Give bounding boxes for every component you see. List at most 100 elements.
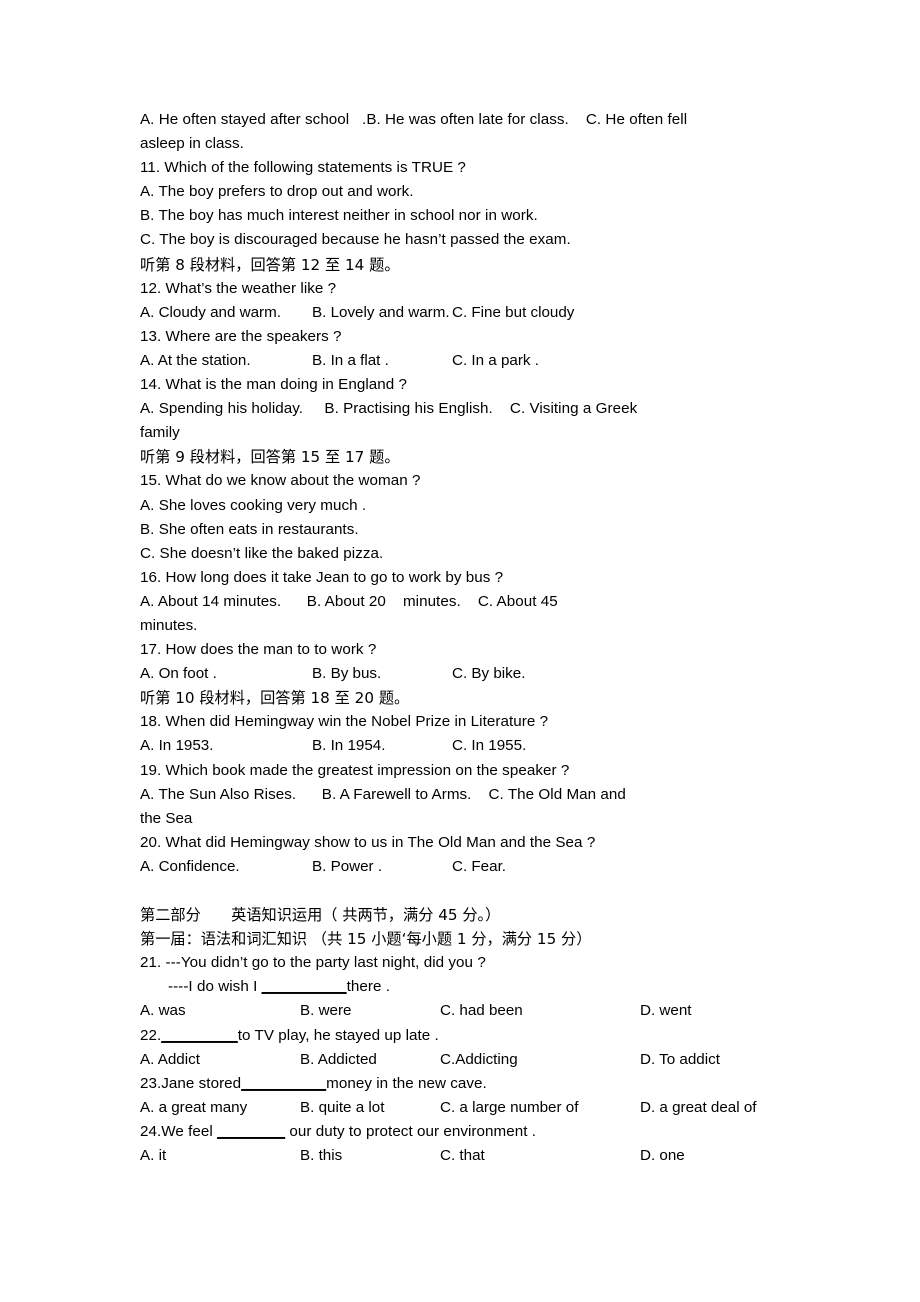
question-13-options-row: A. At the station. B. In a flat . C. In … xyxy=(140,349,782,373)
question-24-option-b: B. this xyxy=(300,1147,343,1165)
question-16-options-row: A. About 14 minutes. B. About 20 minutes… xyxy=(140,590,782,614)
question-13-stem: 13. Where are the speakers ? xyxy=(140,327,342,345)
question-11-stem: 11. Which of the following statements is… xyxy=(140,159,466,177)
option-b: .B. He was often late for class. xyxy=(362,111,569,128)
question-20-option-a: A. Confidence. xyxy=(140,857,240,875)
question-24-option-a: A. it xyxy=(140,1147,167,1165)
question-21-option-b: B. were xyxy=(300,1002,352,1020)
question-22-option-c: C.Addicting xyxy=(440,1050,518,1068)
question-16-options-wrap: minutes. xyxy=(140,616,198,634)
question-22-answer-blank: _________ xyxy=(161,1026,238,1044)
question-12-options-row: A. Cloudy and warm. B. Lovely and warm. … xyxy=(140,301,782,325)
question-23-option-c: C. a large number of xyxy=(440,1098,579,1116)
question-15-stem: 15. What do we know about the woman ? xyxy=(140,472,421,490)
question-24-options-row: A. it B. this C. that D. one xyxy=(140,1144,782,1168)
question-16-option-c: C. About 45 xyxy=(477,592,558,610)
question-22-option-a: A. Addict xyxy=(140,1050,200,1068)
question-22-stem-prefix: 22. xyxy=(140,1026,162,1044)
page-text-body: A. He often stayed after school .B. He w… xyxy=(140,108,782,1168)
part-two-heading: 第二部分 英语知识运用（ 共两节，满分 45 分。） xyxy=(140,906,501,925)
question-23-option-a: A. a great many xyxy=(140,1098,248,1116)
question-21-option-a: A. was xyxy=(140,1002,186,1020)
question-24-option-c: C. that xyxy=(440,1147,485,1165)
listening-direction-material-9: 听第 9 段材料，回答第 15 至 17 题。 xyxy=(140,448,400,467)
question-18-option-b: B. In 1954. xyxy=(312,737,386,755)
question-19-options-wrap: the Sea xyxy=(140,809,193,827)
question-21-stem: 21. ---You didn’t go to the party last n… xyxy=(140,954,486,972)
question-21-stem-prefix: ----I do wish I xyxy=(168,978,262,996)
question-20-option-c: C. Fear. xyxy=(452,857,507,875)
question-24-answer-blank: ________ xyxy=(217,1122,286,1140)
question-19-option-b: B. A Farewell to Arms. xyxy=(321,785,472,803)
question-14-option-b: B. Practising his English. xyxy=(324,400,493,418)
question-10-options-wrap: asleep in class. xyxy=(140,135,244,153)
question-16-stem: 16. How long does it take Jean to go to … xyxy=(140,568,504,586)
question-22-stem: 22._________to TV play, he stayed up lat… xyxy=(140,1024,782,1048)
question-14-stem: 14. What is the man doing in England ? xyxy=(140,376,408,394)
question-22-option-b: B. Addicted xyxy=(300,1050,377,1068)
question-11-option-c: C. The boy is discouraged because he has… xyxy=(140,231,571,249)
question-20-option-b: B. Power . xyxy=(312,857,383,875)
question-17-option-b: B. By bus. xyxy=(312,665,382,683)
question-22-options-row: A. Addict B. Addicted C.Addicting D. To … xyxy=(140,1048,782,1072)
question-23-option-d: D. a great deal of xyxy=(640,1098,757,1116)
section-one-heading: 第一届：语法和词汇知识 （共 15 小题‘每小题 1 分，满分 15 分） xyxy=(140,930,592,949)
question-20-options-row: A. Confidence. B. Power . C. Fear. xyxy=(140,855,782,879)
option-c: C. He often fell xyxy=(585,111,688,128)
question-21-options-row: A. was B. were C. had been D. went xyxy=(140,999,782,1023)
question-18-option-a: A. In 1953. xyxy=(140,737,214,755)
question-15-option-a: A. She loves cooking very much . xyxy=(140,496,367,514)
question-13-option-b: B. In a flat . xyxy=(312,351,389,369)
question-15-option-c: C. She doesn’t like the baked pizza. xyxy=(140,544,384,562)
question-14-options-wrap: family xyxy=(140,424,180,442)
question-12-option-c: C. Fine but cloudy xyxy=(452,303,575,321)
question-19-options-row: A. The Sun Also Rises. B. A Farewell to … xyxy=(140,783,782,807)
question-18-stem: 18. When did Hemingway win the Nobel Pri… xyxy=(140,713,549,731)
question-21-stem-suffix: there . xyxy=(346,978,390,996)
question-14-option-a: A. Spending his holiday. xyxy=(140,400,304,418)
question-21-answer-blank: __________ xyxy=(261,978,347,996)
question-21-option-d: D. went xyxy=(640,1002,692,1020)
question-22-option-d: D. To addict xyxy=(640,1050,720,1068)
question-23-stem-prefix: 23.Jane stored xyxy=(140,1074,242,1092)
listening-direction-material-8: 听第 8 段材料，回答第 12 至 14 题。 xyxy=(140,255,400,274)
question-13-option-c: C. In a park . xyxy=(452,351,539,369)
question-23-stem: 23.Jane stored__________money in the new… xyxy=(140,1072,782,1096)
question-17-option-c: C. By bike. xyxy=(452,665,526,683)
question-17-option-a: A. On foot . xyxy=(140,665,217,683)
question-24-stem-prefix: 24.We feel xyxy=(140,1122,218,1140)
listening-direction-material-10: 听第 10 段材料，回答第 18 至 20 题。 xyxy=(140,689,410,708)
question-14-options-row: A. Spending his holiday. B. Practising h… xyxy=(140,397,782,421)
question-13-option-a: A. At the station. xyxy=(140,351,251,369)
question-12-option-a: A. Cloudy and warm. xyxy=(140,303,281,321)
question-12-option-b: B. Lovely and warm. xyxy=(312,303,450,321)
question-21-option-c: C. had been xyxy=(440,1002,523,1020)
question-19-option-a: A. The Sun Also Rises. xyxy=(140,785,297,803)
question-23-stem-suffix: money in the new cave. xyxy=(326,1074,487,1092)
question-21-stem-second: ----I do wish I __________there . xyxy=(140,975,782,999)
question-20-stem: 20. What did Hemingway show to us in The… xyxy=(140,833,596,851)
question-24-stem-suffix: our duty to protect our environment . xyxy=(285,1122,537,1140)
question-23-answer-blank: __________ xyxy=(241,1074,327,1092)
question-14-option-c: C. Visiting a Greek xyxy=(509,400,638,418)
question-12-stem: 12. What’s the weather like ? xyxy=(140,279,337,297)
question-18-options-row: A. In 1953. B. In 1954. C. In 1955. xyxy=(140,734,782,758)
question-24-stem: 24.We feel ________ our duty to protect … xyxy=(140,1120,782,1144)
question-11-option-b: B. The boy has much interest neither in … xyxy=(140,207,538,225)
question-18-option-c: C. In 1955. xyxy=(452,737,527,755)
question-16-option-b: B. About 20 minutes. xyxy=(306,592,461,610)
question-11-option-a: A. The boy prefers to drop out and work. xyxy=(140,183,414,201)
option-a: A. He often stayed after school xyxy=(140,111,350,128)
question-19-option-c: C. The Old Man and xyxy=(488,785,626,803)
question-15-option-b: B. She often eats in restaurants. xyxy=(140,520,359,538)
question-16-option-a: A. About 14 minutes. xyxy=(140,592,282,610)
question-17-options-row: A. On foot . B. By bus. C. By bike. xyxy=(140,662,782,686)
question-24-option-d: D. one xyxy=(640,1147,685,1165)
question-19-stem: 19. Which book made the greatest impress… xyxy=(140,761,570,779)
question-10-options-row: A. He often stayed after school .B. He w… xyxy=(140,108,782,132)
question-17-stem: 17. How does the man to to work ? xyxy=(140,641,377,659)
question-23-option-b: B. quite a lot xyxy=(300,1098,385,1116)
question-23-options-row: A. a great many B. quite a lot C. a larg… xyxy=(140,1096,782,1120)
question-22-stem-suffix: to TV play, he stayed up late . xyxy=(237,1026,439,1044)
